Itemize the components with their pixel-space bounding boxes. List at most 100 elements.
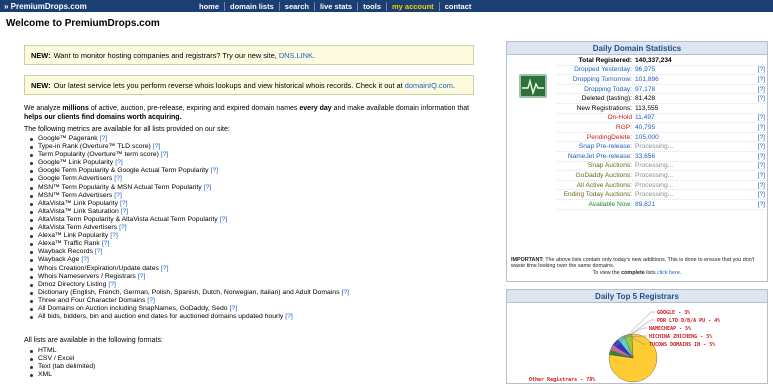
monitor-icon [519, 74, 547, 98]
metric-item: Term Popularity (Overture™ term score) [?… [28, 151, 349, 159]
metric-label: Alexa™ Traffic Rank [38, 240, 100, 248]
stat-value: 101,896 [635, 75, 659, 83]
notice-domainiq: NEW: Our latest service lets you perform… [24, 75, 474, 95]
metric-help-link[interactable]: [?] [153, 143, 161, 150]
metric-label: MSN™ Term Advertisers [38, 191, 113, 199]
stat-value: 81,428 [635, 95, 656, 103]
metric-label: Three and Four Character Domains [38, 296, 146, 304]
stat-help-link[interactable]: [?] [745, 191, 765, 198]
stat-label[interactable]: On-Hold [557, 114, 635, 121]
intro-bold: helps our clients find domains worth acq… [24, 114, 182, 121]
metric-help-link[interactable]: [?] [115, 159, 123, 166]
stat-label[interactable]: RGP: [557, 124, 635, 131]
metric-help-link[interactable]: [?] [204, 184, 212, 191]
stat-label[interactable]: Snap Auctions: [557, 162, 635, 169]
metric-help-link[interactable]: [?] [230, 305, 238, 312]
stat-label[interactable]: Snap Pre-release: [557, 143, 635, 150]
metric-help-link[interactable]: [?] [161, 151, 169, 158]
stat-label[interactable]: Dropping Today: [557, 86, 635, 93]
nav-domain-lists[interactable]: domain lists [224, 1, 279, 11]
pie-label: TUCOWS DOMAINS IN - 5% [649, 342, 715, 348]
metric-help-link[interactable]: [?] [108, 281, 116, 288]
stat-value: Processing... [635, 181, 674, 189]
nav-search[interactable]: search [278, 1, 314, 11]
stat-value: Processing... [635, 162, 674, 170]
nav-contact[interactable]: contact [438, 1, 477, 11]
stat-value: 113,555 [635, 104, 659, 112]
stat-help-link[interactable]: [?] [745, 201, 765, 208]
pie-label: HICHINA ZHICHENG - 5% [649, 334, 712, 340]
nav-live-stats[interactable]: live stats [313, 1, 357, 11]
metric-label: Google Term Popularity & Google Actual T… [38, 167, 209, 175]
site-logo[interactable]: » PremiumDrops.com [0, 2, 194, 11]
metric-help-link[interactable]: [?] [102, 240, 110, 247]
stat-row: On-Hold 11,497 [?] [557, 114, 765, 124]
metric-help-link[interactable]: [?] [95, 248, 103, 255]
stat-help-link[interactable]: [?] [745, 153, 765, 160]
stat-help-link[interactable]: [?] [745, 172, 765, 179]
important-note: IMPORTANT: The above lists contain only … [511, 257, 763, 276]
metric-help-link[interactable]: [?] [119, 224, 127, 231]
dnslink-link[interactable]: DNS.LINK [279, 51, 313, 60]
metric-item: Dmoz Directory Listing [?] [28, 281, 349, 289]
metric-help-link[interactable]: [?] [220, 216, 228, 223]
stat-help-link[interactable]: [?] [745, 134, 765, 141]
metric-help-link[interactable]: [?] [285, 313, 293, 320]
stat-help-link[interactable]: [?] [745, 124, 765, 131]
metric-help-link[interactable]: [?] [121, 208, 129, 215]
stat-help-link[interactable]: [?] [745, 143, 765, 150]
nav-my-account[interactable]: my account [386, 1, 439, 11]
pie-label: GOOGLE - 3% [657, 310, 690, 316]
stat-label[interactable]: PendingDelete: [557, 134, 635, 141]
metric-help-link[interactable]: [?] [114, 175, 122, 182]
metrics-intro: The following metrics are available for … [24, 126, 230, 133]
complete-lists-link[interactable]: click here [657, 270, 680, 276]
stat-row: Dropping Tomorrow: 101,896 [?] [557, 75, 765, 85]
stat-label[interactable]: GoDaddy Auctions: [557, 172, 635, 179]
stats-table: Total Registered: 140,337,234 Dropped Yest… [557, 56, 765, 210]
stat-label[interactable]: Dropping Tomorrow: [557, 76, 635, 83]
format-item: Text (tab delimited) [28, 363, 95, 371]
nav-home[interactable]: home [194, 2, 224, 11]
metric-label: Alexa™ Link Popularity [38, 232, 109, 240]
metric-help-link[interactable]: [?] [110, 232, 118, 239]
domainiq-link[interactable]: domainIQ.com [405, 81, 453, 90]
metric-help-link[interactable]: [?] [147, 297, 155, 304]
stat-help-link[interactable]: [?] [745, 114, 765, 121]
metric-help-link[interactable]: [?] [138, 273, 146, 280]
format-item: CSV / Excel [28, 355, 95, 363]
metric-help-link[interactable]: [?] [100, 135, 108, 142]
stat-help-link[interactable]: [?] [745, 86, 765, 93]
stat-label[interactable]: Ending Today Auctions: [557, 191, 635, 198]
stat-label[interactable]: NameJet Pre-release: [557, 153, 635, 160]
metric-label: Wayback Age [38, 256, 80, 264]
daily-domain-statistics-panel: Daily Domain Statistics Total Registered… [506, 41, 768, 282]
metric-item: Wayback Age [?] [28, 256, 349, 264]
metric-label: Dictionary (English, French, German, Pol… [38, 288, 340, 296]
stat-label[interactable]: Dropped Yesterday: [557, 66, 635, 73]
metric-help-link[interactable]: [?] [120, 200, 128, 207]
metric-help-link[interactable]: [?] [211, 167, 219, 174]
metric-help-link[interactable]: [?] [341, 289, 349, 296]
metric-help-link[interactable]: [?] [81, 256, 89, 263]
notice-text: Our latest service lets you perform reve… [53, 80, 403, 90]
stat-help-link[interactable]: [?] [745, 76, 765, 83]
nav-tools[interactable]: tools [357, 1, 386, 11]
metric-label: Type-in Rank (Overture™ TLD score) [38, 143, 151, 151]
stat-row: Dropped Yesterday: 96,975 [?] [557, 66, 765, 76]
stat-help-link[interactable]: [?] [745, 95, 765, 102]
stat-help-link[interactable]: [?] [745, 182, 765, 189]
stat-value: 89,821 [635, 200, 656, 208]
note2-text-b: lists [646, 269, 656, 276]
stat-help-link[interactable]: [?] [745, 162, 765, 169]
stat-label[interactable]: Available Now: [557, 201, 635, 208]
pie-svg: GOOGLE - 3% PDR LTD D/B/A PU - 4% NAMECHEA… [529, 310, 720, 383]
metric-item: MSN™ Term Advertisers [?] [28, 192, 349, 200]
metric-item: Google Term Advertisers [?] [28, 175, 349, 183]
metric-help-link[interactable]: [?] [161, 265, 169, 272]
metric-item: Type-in Rank (Overture™ TLD score) [?] [28, 143, 349, 151]
stat-label[interactable]: All Active Auctions: [557, 182, 635, 189]
metric-help-link[interactable]: [?] [114, 192, 122, 199]
stat-row: Dropping Today: 97,178 [?] [557, 85, 765, 95]
stat-help-link[interactable]: [?] [745, 66, 765, 73]
